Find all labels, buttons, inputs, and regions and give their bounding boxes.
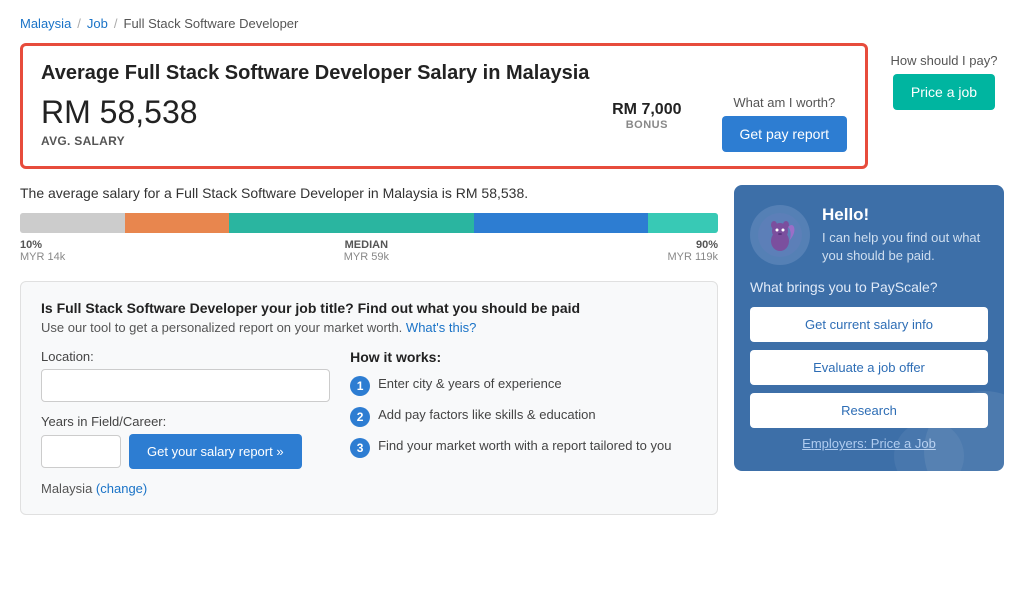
bonus-label: BONUS	[612, 119, 681, 131]
bonus-amount: RM 7,000	[612, 101, 681, 119]
what-worth-section: What am I worth? Get pay report	[722, 95, 848, 152]
form-right: How it works: 1 Enter city & years of ex…	[350, 349, 697, 496]
squirrel-avatar	[750, 205, 810, 265]
sidebar-box: Hello! I can help you find out what you …	[734, 185, 1004, 471]
hiw-num-3: 3	[350, 438, 370, 458]
bar-label-median: MEDIAN MYR 59k	[344, 239, 389, 263]
years-input-row: Get your salary report »	[41, 434, 330, 469]
hiw-text-2: Add pay factors like skills & education	[378, 406, 596, 424]
country-display: Malaysia (change)	[41, 481, 330, 496]
salary-main: RM 58,538 Avg. Salary	[41, 95, 572, 148]
form-left: Location: Years in Field/Career: Get you…	[41, 349, 330, 496]
bar-seg-teal	[229, 213, 473, 233]
hiw-title: How it works:	[350, 349, 697, 365]
hiw-text-3: Find your market worth with a report tai…	[378, 437, 671, 455]
location-input[interactable]	[41, 369, 330, 402]
hero-title: Average Full Stack Software Developer Sa…	[41, 62, 847, 85]
main-layout: The average salary for a Full Stack Soft…	[20, 185, 1004, 515]
top-row: Average Full Stack Software Developer Sa…	[20, 43, 1004, 169]
bar-label-p90: 90% MYR 119k	[667, 239, 718, 263]
avg-salary-text: The average salary for a Full Stack Soft…	[20, 185, 718, 201]
bar-seg-low	[20, 213, 125, 233]
how-it-works: How it works: 1 Enter city & years of ex…	[350, 349, 697, 458]
bonus-section: RM 7,000 BONUS	[612, 95, 681, 131]
breadcrumb-home[interactable]: Malaysia	[20, 16, 71, 31]
get-salary-report-button[interactable]: Get your salary report »	[129, 434, 302, 469]
change-country-link[interactable]: (change)	[96, 481, 147, 496]
hiw-num-1: 1	[350, 376, 370, 396]
breadcrumb-sep2: /	[114, 16, 118, 31]
salary-bar	[20, 213, 718, 233]
years-label: Years in Field/Career:	[41, 414, 330, 429]
form-row: Location: Years in Field/Career: Get you…	[41, 349, 697, 496]
hero-salary-row: RM 58,538 Avg. Salary RM 7,000 BONUS Wha…	[41, 95, 847, 152]
price-a-job-button[interactable]: Price a job	[893, 74, 995, 110]
job-title-box-heading: Is Full Stack Software Developer your jo…	[41, 300, 697, 316]
salary-label: Avg. Salary	[41, 134, 572, 148]
hero-box: Average Full Stack Software Developer Sa…	[20, 43, 868, 169]
right-column: Hello! I can help you find out what you …	[734, 185, 1004, 515]
breadcrumb: Malaysia / Job / Full Stack Software Dev…	[20, 16, 1004, 31]
squirrel-icon	[758, 213, 803, 258]
bar-wrapper	[20, 213, 718, 233]
hiw-num-2: 2	[350, 407, 370, 427]
bar-label-p10: 10% MYR 14k	[20, 239, 65, 263]
sidebar-header: Hello! I can help you find out what you …	[750, 205, 988, 265]
location-label: Location:	[41, 349, 330, 364]
years-input[interactable]	[41, 435, 121, 468]
hiw-step-2: 2 Add pay factors like skills & educatio…	[350, 406, 697, 427]
sidebar-hello-text: Hello! I can help you find out what you …	[822, 205, 988, 265]
salary-bar-container: 10% MYR 14k MEDIAN MYR 59k 90% MYR 119k	[20, 213, 718, 263]
hiw-text-1: Enter city & years of experience	[378, 375, 562, 393]
bar-seg-orange	[125, 213, 230, 233]
how-should-i-pay-box: How should I pay? Price a job	[884, 43, 1004, 110]
sidebar-hello-sub: I can help you find out what you should …	[822, 229, 988, 265]
bar-labels: 10% MYR 14k MEDIAN MYR 59k 90% MYR 119k	[20, 239, 718, 263]
breadcrumb-current: Full Stack Software Developer	[124, 16, 299, 31]
how-pay-label: How should I pay?	[891, 53, 998, 68]
whats-this-link[interactable]: What's this?	[406, 320, 476, 335]
location-group: Location:	[41, 349, 330, 402]
page-wrapper: Malaysia / Job / Full Stack Software Dev…	[0, 0, 1024, 600]
breadcrumb-sep1: /	[77, 16, 81, 31]
sidebar-btn-salary[interactable]: Get current salary info	[750, 307, 988, 342]
years-group: Years in Field/Career: Get your salary r…	[41, 414, 330, 469]
hiw-step-3: 3 Find your market worth with a report t…	[350, 437, 697, 458]
bar-seg-teal2	[648, 213, 718, 233]
sidebar-btn-evaluate[interactable]: Evaluate a job offer	[750, 350, 988, 385]
hiw-step-1: 1 Enter city & years of experience	[350, 375, 697, 396]
get-pay-report-button[interactable]: Get pay report	[722, 116, 848, 152]
job-title-box: Is Full Stack Software Developer your jo…	[20, 281, 718, 515]
breadcrumb-job[interactable]: Job	[87, 16, 108, 31]
what-worth-label: What am I worth?	[733, 95, 835, 110]
left-column: The average salary for a Full Stack Soft…	[20, 185, 718, 515]
sidebar-hello-title: Hello!	[822, 205, 988, 225]
job-title-box-sub: Use our tool to get a personalized repor…	[41, 320, 697, 335]
sidebar-question: What brings you to PayScale?	[750, 279, 988, 295]
bar-seg-blue	[474, 213, 649, 233]
salary-amount: RM 58,538	[41, 95, 572, 130]
